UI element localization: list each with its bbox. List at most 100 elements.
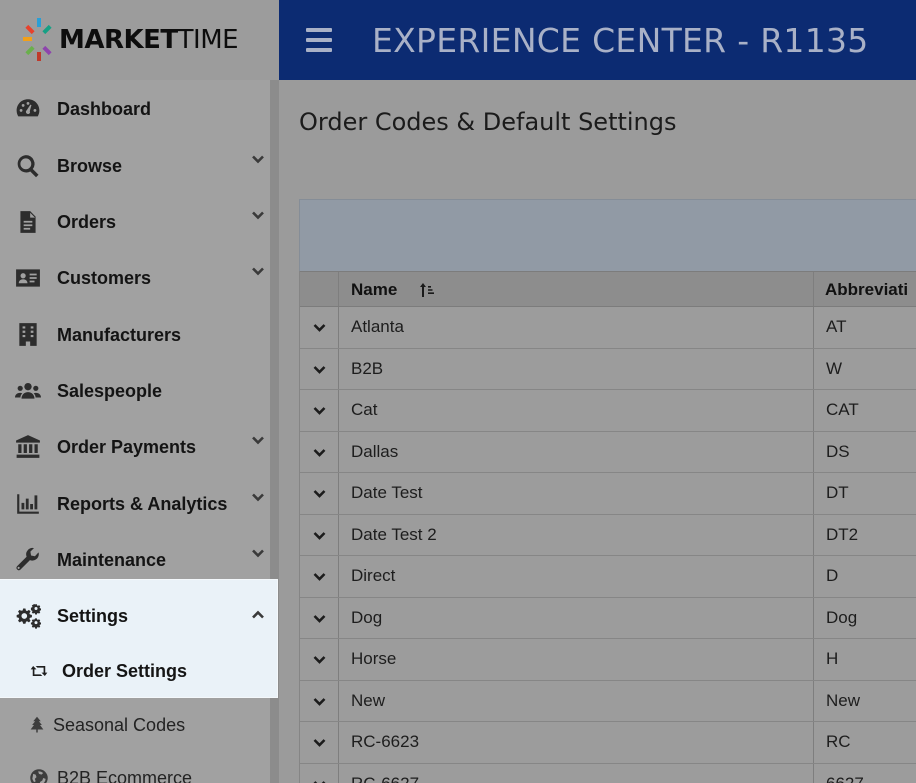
table-row[interactable]: Dallas DS xyxy=(300,431,916,473)
row-name-cell: Date Test xyxy=(339,473,814,514)
grid-header: Name Abbreviati xyxy=(300,271,916,307)
table-row[interactable]: RC-6627 6627 xyxy=(300,763,916,783)
order-settings-label: Order Settings xyxy=(62,660,188,681)
order-codes-grid: Name Abbreviati Atlanta AT B2B W Cat CAT Dalla… xyxy=(299,271,916,783)
chevron-down-icon[interactable] xyxy=(312,611,327,626)
row-abbreviation-text: AT xyxy=(826,317,847,336)
header-title: EXPERIENCE CENTER - R1135 xyxy=(372,20,869,60)
table-row[interactable]: Cat CAT xyxy=(300,390,916,432)
row-abbreviation-text: DT2 xyxy=(826,524,859,544)
sort-ascending-icon[interactable] xyxy=(419,282,435,298)
chevron-down-icon[interactable] xyxy=(312,528,327,543)
row-name-cell: Cat xyxy=(339,390,814,431)
row-abbreviation-cell: 6627 xyxy=(814,764,916,783)
row-name-cell: RC-6627 xyxy=(339,763,814,783)
row-expand-cell[interactable] xyxy=(300,473,339,514)
row-expand-cell[interactable] xyxy=(300,348,339,389)
chevron-down-icon[interactable] xyxy=(312,652,327,667)
row-name-text: Cat xyxy=(351,400,378,419)
tree-icon xyxy=(28,716,46,734)
chevron-down-icon[interactable] xyxy=(312,445,327,460)
row-abbreviation-text: DS xyxy=(826,441,850,461)
chevron-down-icon[interactable] xyxy=(312,362,327,377)
table-row[interactable]: B2B W xyxy=(300,348,916,390)
gears-icon xyxy=(14,602,42,630)
row-name-text: Direct xyxy=(351,566,396,585)
row-expand-cell[interactable] xyxy=(300,390,339,431)
row-name-text: Date Test 2 xyxy=(351,524,437,544)
row-name-text: RC-6627 xyxy=(351,773,420,783)
grid-toolbar xyxy=(299,199,916,272)
row-abbreviation-cell: RC xyxy=(814,722,916,763)
row-name-cell: New xyxy=(339,680,814,721)
table-row[interactable]: New New xyxy=(300,680,916,722)
sidebar-item-dashboard[interactable]: Dashboard xyxy=(0,81,270,137)
table-row[interactable]: Horse H xyxy=(300,639,916,681)
row-expand-cell[interactable] xyxy=(300,307,339,348)
sidebar-item-customers[interactable]: Customers xyxy=(0,250,270,306)
row-expand-cell[interactable] xyxy=(300,514,339,555)
top-header-bar: EXPERIENCE CENTER - R1135 xyxy=(279,0,916,80)
sidebar-item-browse[interactable]: Browse xyxy=(0,138,270,194)
expand-column-header xyxy=(300,272,339,306)
row-abbreviation-cell: H xyxy=(814,639,916,680)
chevron-down-icon[interactable] xyxy=(312,569,327,584)
b2b-ecommerce-label: B2B Ecommerce xyxy=(57,767,193,783)
row-expand-cell[interactable] xyxy=(300,597,339,638)
sidebar-item-salespeople[interactable]: Salespeople xyxy=(0,363,270,419)
bar-chart-icon xyxy=(14,490,42,518)
chevron-down-icon xyxy=(251,546,265,560)
row-abbreviation-cell: W xyxy=(814,349,916,390)
chevron-down-icon[interactable] xyxy=(312,694,327,709)
table-row[interactable]: RC-6623 RC xyxy=(300,722,916,764)
row-name-cell: B2B xyxy=(339,348,814,389)
row-name-text: Dog xyxy=(351,607,383,627)
row-expand-cell[interactable] xyxy=(300,556,339,597)
chevron-down-icon xyxy=(251,152,265,166)
sidebar-item-settings[interactable]: Settings xyxy=(0,588,270,644)
row-name-text: RC-6623 xyxy=(351,732,420,751)
chevron-down-icon xyxy=(251,264,265,278)
row-abbreviation-cell: D xyxy=(814,556,916,597)
sidebar-subitem-order-settings[interactable]: Order Settings xyxy=(29,658,187,684)
chevron-down-icon[interactable] xyxy=(312,486,327,501)
row-expand-cell[interactable] xyxy=(300,763,339,783)
sidebar-item-order-payments[interactable]: Order Payments xyxy=(0,419,270,475)
row-name-cell: Dallas xyxy=(339,431,814,472)
row-abbreviation-text: DT xyxy=(826,483,849,502)
search-icon xyxy=(14,152,42,180)
row-expand-cell[interactable] xyxy=(300,680,339,721)
sidebar-subitem-seasonal-codes[interactable]: Seasonal Codes xyxy=(28,712,185,738)
chevron-down-icon[interactable] xyxy=(312,735,327,750)
sidebar-item-orders[interactable]: Orders xyxy=(0,194,270,250)
table-row[interactable]: Date Test DT xyxy=(300,473,916,515)
table-row[interactable]: Date Test 2 DT2 xyxy=(300,514,916,556)
row-abbreviation-cell: AT xyxy=(814,307,916,348)
row-expand-cell[interactable] xyxy=(300,639,339,680)
table-row[interactable]: Atlanta AT xyxy=(300,307,916,349)
row-expand-cell[interactable] xyxy=(300,431,339,472)
row-expand-cell[interactable] xyxy=(300,722,339,763)
table-row[interactable]: Dog Dog xyxy=(300,597,916,639)
table-row[interactable]: Direct D xyxy=(300,556,916,598)
chevron-down-icon[interactable] xyxy=(312,403,327,418)
globe-icon xyxy=(29,768,49,783)
hamburger-icon[interactable] xyxy=(306,28,332,52)
row-abbreviation-cell: DT xyxy=(814,473,916,514)
row-name-cell: Atlanta xyxy=(339,307,814,348)
column-header-name[interactable]: Name xyxy=(339,272,814,306)
wrench-icon xyxy=(14,546,42,574)
row-name-text: Dallas xyxy=(351,441,399,461)
sidebar-item-manufacturers[interactable]: Manufacturers xyxy=(0,307,270,363)
sidebar-subitem-b2b-ecommerce[interactable]: B2B Ecommerce xyxy=(29,765,192,783)
chevron-down-icon[interactable] xyxy=(312,320,327,335)
sidebar-item-reports-analytics[interactable]: Reports & Analytics xyxy=(0,476,270,532)
column-header-abbreviation[interactable]: Abbreviati xyxy=(814,272,916,306)
row-abbreviation-cell: New xyxy=(814,681,916,722)
row-abbreviation-cell: Dog xyxy=(814,598,916,639)
row-abbreviation-text: CAT xyxy=(826,400,859,419)
main-content: Order Codes & Default Settings Name Abbr… xyxy=(279,80,916,783)
chevron-down-icon[interactable] xyxy=(312,777,327,783)
brand-logo[interactable]: MARKETTIME xyxy=(0,0,279,80)
logo-wordmark: MARKETTIME xyxy=(59,25,239,55)
